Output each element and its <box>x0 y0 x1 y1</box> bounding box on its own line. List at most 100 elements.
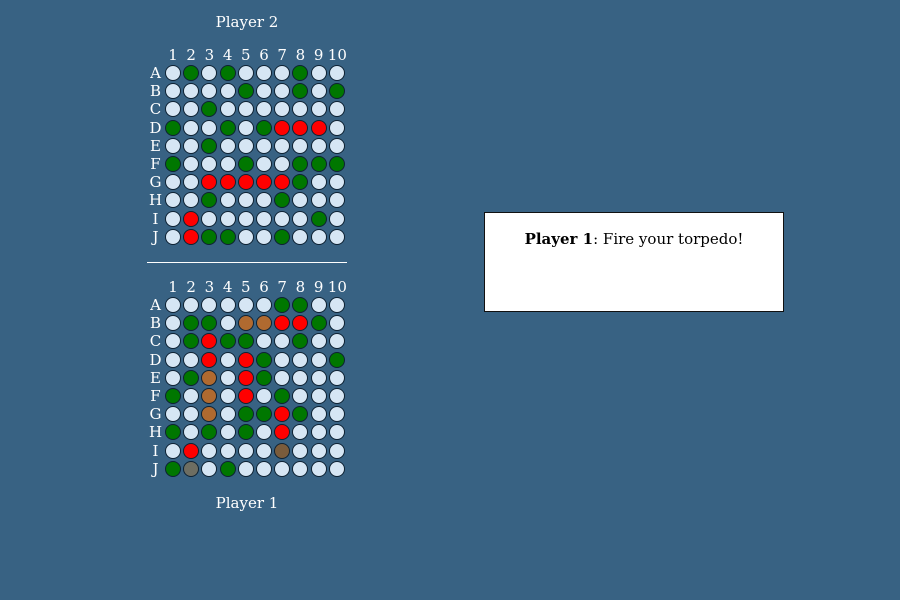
grid-cell-C2[interactable] <box>183 101 200 118</box>
grid-cell-F7[interactable] <box>274 156 291 172</box>
grid-cell-F3[interactable] <box>201 156 218 172</box>
grid-cell-E6[interactable] <box>256 137 272 154</box>
grid-cell-E3[interactable] <box>201 137 218 154</box>
grid-cell-G3[interactable] <box>201 174 218 191</box>
grid-cell-C6[interactable] <box>256 101 272 118</box>
grid-cell-F9[interactable] <box>310 156 327 172</box>
grid-cell-A9[interactable] <box>310 65 327 81</box>
grid-cell-H9[interactable] <box>310 192 327 209</box>
grid-cell-I2[interactable] <box>183 210 200 227</box>
grid-cell-D6[interactable] <box>256 119 272 136</box>
grid-cell-G6[interactable] <box>256 174 272 191</box>
grid-cell-I6[interactable] <box>256 210 272 227</box>
grid-cell-J10[interactable] <box>328 228 345 245</box>
grid-cell-J1[interactable] <box>165 228 181 245</box>
grid-cell-G4[interactable] <box>219 174 236 191</box>
grid-cell-J9[interactable] <box>310 228 327 245</box>
grid-cell-F4[interactable] <box>219 156 236 172</box>
grid-cell-C10[interactable] <box>328 101 345 118</box>
grid-cell-A2[interactable] <box>183 65 200 81</box>
grid-cell-A8[interactable] <box>292 65 309 81</box>
grid-cell-G7[interactable] <box>274 174 291 191</box>
grid-cell-B4[interactable] <box>219 83 236 100</box>
grid-cell-A5[interactable] <box>237 65 254 81</box>
grid-cell-I1[interactable] <box>165 210 181 227</box>
grid-cell-D3[interactable] <box>201 119 218 136</box>
grid-cell-E4[interactable] <box>219 137 236 154</box>
grid-cell-C5[interactable] <box>237 101 254 118</box>
grid-cell-H6[interactable] <box>256 192 272 209</box>
grid-cell-C9[interactable] <box>310 101 327 118</box>
grid-cell-B8[interactable] <box>292 83 309 100</box>
grid-cell-C7[interactable] <box>274 101 291 118</box>
grid-cell-F2[interactable] <box>183 156 200 172</box>
grid-cell-H7[interactable] <box>274 192 291 209</box>
grid-cell-E8[interactable] <box>292 137 309 154</box>
grid-cell-H4[interactable] <box>219 192 236 209</box>
grid-cell-B3[interactable] <box>201 83 218 100</box>
grid-cell-J6[interactable] <box>256 228 272 245</box>
grid-cell-G5[interactable] <box>237 174 254 191</box>
grid-cell-E2[interactable] <box>183 137 200 154</box>
grid-cell-A10[interactable] <box>328 65 345 81</box>
grid-cell-E10[interactable] <box>328 137 345 154</box>
grid-cell-H3[interactable] <box>201 192 218 209</box>
grid-cell-E5[interactable] <box>237 137 254 154</box>
grid-cell-H8[interactable] <box>292 192 309 209</box>
grid-cell-A3[interactable] <box>201 65 218 81</box>
grid-cell-C8[interactable] <box>292 101 309 118</box>
grid-cell-B5[interactable] <box>237 83 254 100</box>
grid-cell-G1[interactable] <box>165 174 181 191</box>
grid-cell-D8[interactable] <box>292 119 309 136</box>
grid-cell-F8[interactable] <box>292 156 309 172</box>
grid-cell-D9[interactable] <box>310 119 327 136</box>
grid-cell-D7[interactable] <box>274 119 291 136</box>
grid-cell-C4[interactable] <box>219 101 236 118</box>
grid-cell-B1[interactable] <box>165 83 181 100</box>
grid-cell-B10[interactable] <box>328 83 345 100</box>
grid-cell-J4[interactable] <box>219 228 236 245</box>
grid-cell-D5[interactable] <box>237 119 254 136</box>
grid-cell-A7[interactable] <box>274 65 291 81</box>
grid-cell-G2[interactable] <box>183 174 200 191</box>
grid-cell-J5[interactable] <box>237 228 254 245</box>
grid-cell-F5[interactable] <box>237 156 254 172</box>
grid-cell-E7[interactable] <box>274 137 291 154</box>
grid-cell-J7[interactable] <box>274 228 291 245</box>
grid-cell-E9[interactable] <box>310 137 327 154</box>
grid-cell-D4[interactable] <box>219 119 236 136</box>
grid-cell-J8[interactable] <box>292 228 309 245</box>
grid-cell-H5[interactable] <box>237 192 254 209</box>
grid-cell-H2[interactable] <box>183 192 200 209</box>
grid-cell-F1[interactable] <box>165 156 181 172</box>
grid-cell-J2[interactable] <box>183 228 200 245</box>
grid-cell-E1[interactable] <box>165 137 181 154</box>
grid-cell-J3[interactable] <box>201 228 218 245</box>
grid-cell-G8[interactable] <box>292 174 309 191</box>
grid-cell-D1[interactable] <box>165 119 181 136</box>
grid-cell-D10[interactable] <box>328 119 345 136</box>
grid-cell-G10[interactable] <box>328 174 345 191</box>
grid-cell-B2[interactable] <box>183 83 200 100</box>
grid-cell-G9[interactable] <box>310 174 327 191</box>
grid-cell-A6[interactable] <box>256 65 272 81</box>
grid-cell-A4[interactable] <box>219 65 236 81</box>
grid-cell-I4[interactable] <box>219 210 236 227</box>
grid-cell-I9[interactable] <box>310 210 327 227</box>
grid-cell-D2[interactable] <box>183 119 200 136</box>
grid-cell-C3[interactable] <box>201 101 218 118</box>
grid-cell-F6[interactable] <box>256 156 272 172</box>
grid-cell-C1[interactable] <box>165 101 181 118</box>
grid-cell-H10[interactable] <box>328 192 345 209</box>
grid-cell-A1[interactable] <box>165 65 181 81</box>
grid-cell-B9[interactable] <box>310 83 327 100</box>
grid-cell-I7[interactable] <box>274 210 291 227</box>
grid-cell-I8[interactable] <box>292 210 309 227</box>
grid-cell-I5[interactable] <box>237 210 254 227</box>
grid-cell-B7[interactable] <box>274 83 291 100</box>
grid-cell-B6[interactable] <box>256 83 272 100</box>
grid-cell-F10[interactable] <box>328 156 345 172</box>
grid-cell-I3[interactable] <box>201 210 218 227</box>
grid-cell-H1[interactable] <box>165 192 181 209</box>
grid-cell-I10[interactable] <box>328 210 345 227</box>
